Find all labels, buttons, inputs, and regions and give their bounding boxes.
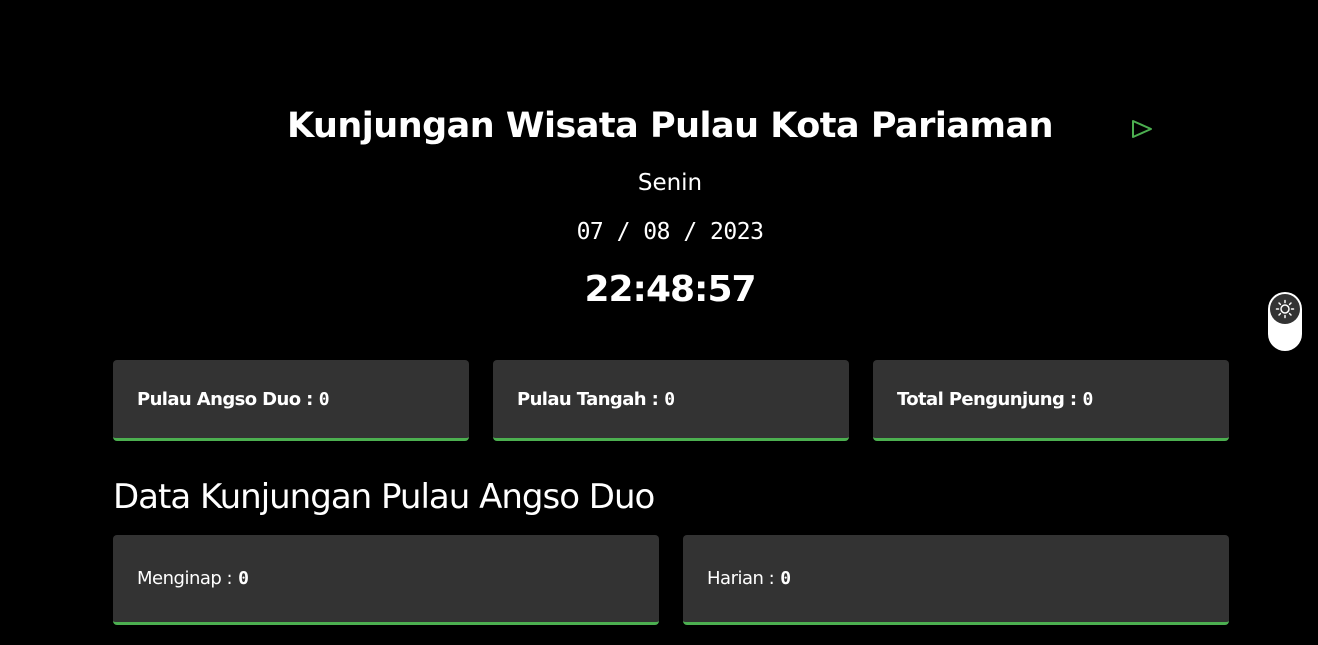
page: Kunjungan Wisata Pulau Kota Pariaman Sen… [0,0,1318,645]
card-value: 0 [238,568,249,589]
stat-value: 0 [1082,388,1094,410]
card-label: Harian : [707,568,775,589]
stat-card-total: Total Pengunjung : 0 [873,360,1229,441]
page-title: Kunjungan Wisata Pulau Kota Pariaman [286,106,1054,146]
stat-label: Total Pengunjung : [897,388,1077,410]
section-title: Data Kunjungan Pulau Angso Duo [113,477,655,517]
play-icon[interactable] [1130,118,1154,140]
stat-value: 0 [318,388,330,410]
theme-toggle[interactable] [1268,292,1302,351]
stat-label: Pulau Angso Duo : [137,388,313,410]
card-menginap: Menginap : 0 [113,535,659,625]
date-label: 07 / 08 / 2023 [576,219,764,245]
day-label: Senin [637,170,703,196]
clock-time: 22:48:57 [584,269,756,310]
card-value: 0 [780,568,791,589]
card-label: Menginap : [137,568,233,589]
stat-card-tangah: Pulau Tangah : 0 [493,360,849,441]
stat-value: 0 [664,388,675,410]
sun-icon [1275,299,1295,319]
toggle-knob [1270,294,1300,324]
card-harian: Harian : 0 [683,535,1229,625]
stat-card-angso-duo: Pulau Angso Duo : 0 [113,360,469,441]
stat-label: Pulau Tangah : [517,388,659,410]
